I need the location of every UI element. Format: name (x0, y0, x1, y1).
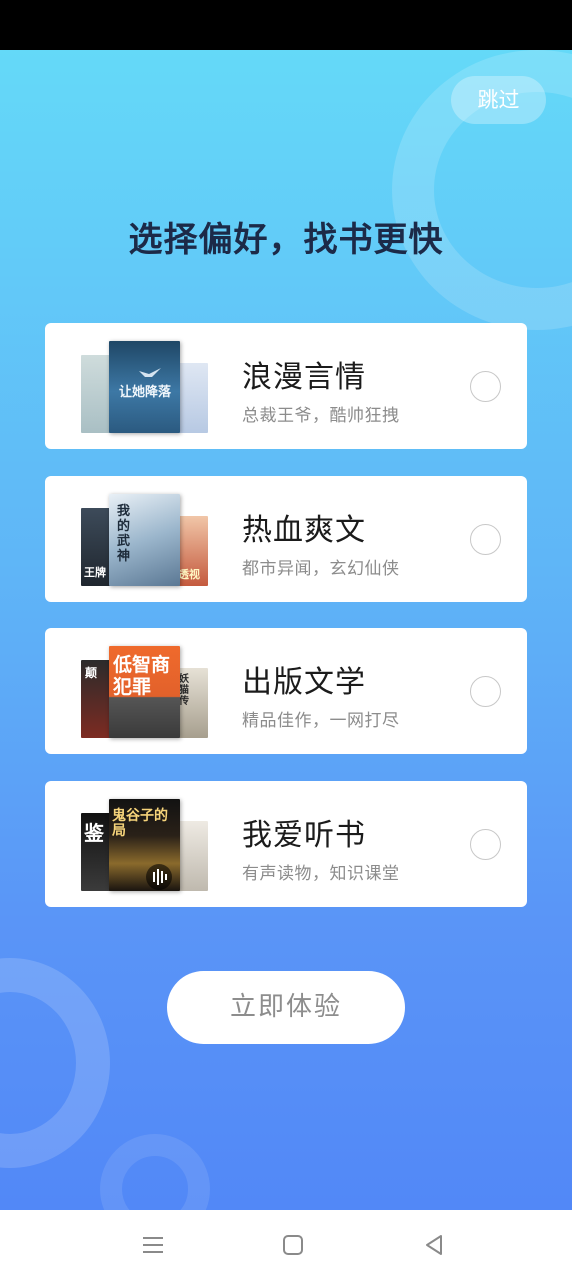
preference-card-literature[interactable]: 颠 妖猫传 低智商犯罪 出版文学 精品佳作，一网打尽 (45, 628, 527, 754)
book-cover-title: 低智商犯罪 (113, 654, 171, 698)
book-cover-featured: 我的武神 (109, 494, 180, 586)
book-cover-featured: 让她降落 (109, 341, 180, 433)
preference-title: 出版文学 (242, 665, 366, 700)
menu-icon[interactable] (138, 1230, 168, 1260)
status-bar (0, 0, 572, 50)
book-cover-featured: 低智商犯罪 (109, 646, 180, 738)
book-covers: 王牌 透视 我的武神 (81, 494, 209, 586)
preference-subtitle: 精品佳作，一网打尽 (242, 711, 400, 731)
book-cover-title: 妖猫传 (179, 674, 189, 707)
preference-subtitle: 都市异闻，玄幻仙侠 (242, 559, 400, 579)
back-icon[interactable] (419, 1230, 449, 1260)
preference-title: 热血爽文 (242, 513, 366, 548)
preference-subtitle: 有声读物，知识课堂 (242, 864, 400, 884)
start-experience-button[interactable]: 立即体验 (167, 971, 405, 1044)
book-cover-title: 透视 (178, 568, 200, 581)
preference-title: 浪漫言情 (242, 360, 366, 395)
onboarding-screen: 跳过 选择偏好，找书更快 让她降落 浪漫言情 总裁王爷，酷帅狂拽 王牌 透视 我… (0, 50, 572, 1210)
skip-button[interactable]: 跳过 (451, 76, 546, 124)
book-covers: 颠 妖猫传 低智商犯罪 (81, 646, 209, 738)
book-cover-title: 王牌 (84, 566, 106, 579)
preference-title: 我爱听书 (242, 818, 366, 853)
page-title: 选择偏好，找书更快 (128, 220, 444, 260)
preference-card-action[interactable]: 王牌 透视 我的武神 热血爽文 都市异闻，玄幻仙侠 (45, 476, 527, 602)
book-cover-title: 我的武神 (117, 504, 131, 564)
preference-card-romance[interactable]: 让她降落 浪漫言情 总裁王爷，酷帅狂拽 (45, 323, 527, 449)
book-cover-title: 颠 (85, 666, 98, 680)
book-cover-featured: 鬼谷子的局 (109, 799, 180, 891)
system-nav-bar (0, 1210, 572, 1280)
preference-subtitle: 总裁王爷，酷帅狂拽 (242, 406, 400, 426)
preference-card-audiobooks[interactable]: 鉴 鬼谷子的局 我爱听书 有声读物，知识课堂 (45, 781, 527, 907)
book-covers: 鉴 鬼谷子的局 (81, 799, 209, 891)
book-cover-title: 让她降落 (119, 385, 172, 400)
book-covers: 让她降落 (81, 341, 209, 433)
home-icon[interactable] (278, 1230, 308, 1260)
book-cover-title: 鉴 (84, 821, 104, 845)
preference-radio[interactable] (470, 829, 501, 860)
audio-wave-icon (146, 864, 172, 890)
preference-radio[interactable] (470, 676, 501, 707)
decorative-ring (0, 958, 110, 1168)
preference-radio[interactable] (470, 524, 501, 555)
decorative-ring (100, 1134, 210, 1210)
preference-radio[interactable] (470, 371, 501, 402)
